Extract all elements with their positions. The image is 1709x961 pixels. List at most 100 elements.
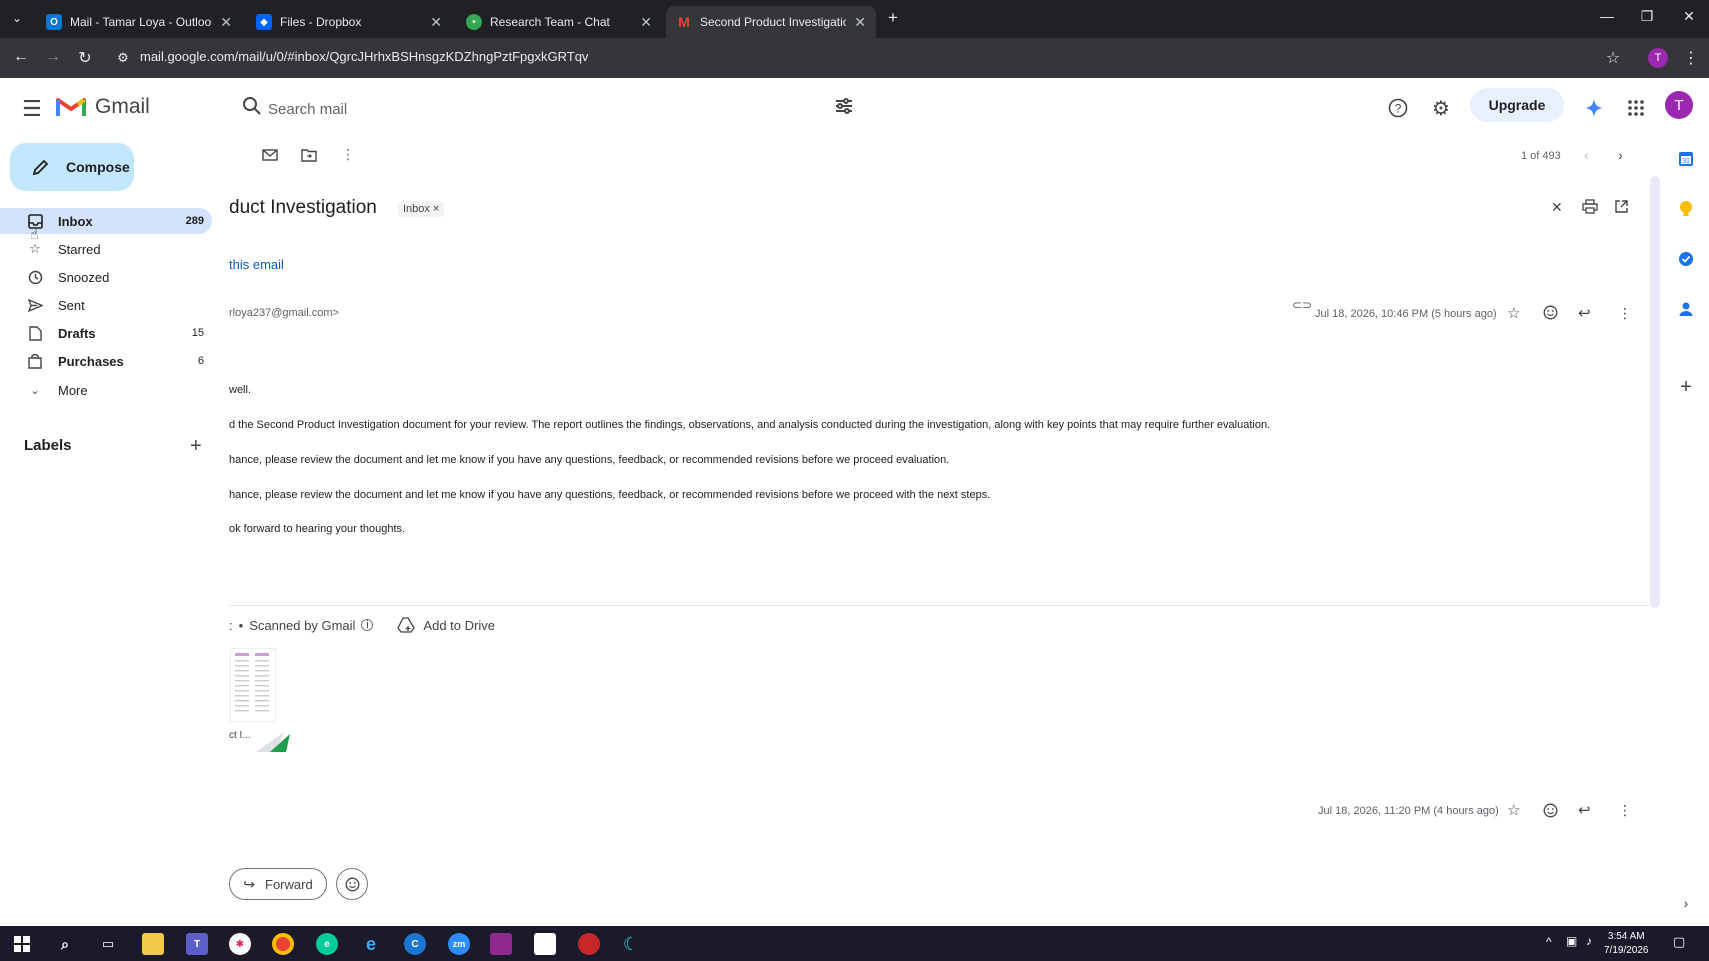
site-info-icon[interactable]: ⚙ [112, 50, 134, 66]
mark-unread-icon[interactable] [262, 148, 278, 167]
add-to-drive-button[interactable]: Add to Drive [397, 617, 495, 633]
expand-panel-icon[interactable]: › [1675, 892, 1697, 914]
purchases-count: 6 [197, 355, 204, 367]
volume-icon[interactable]: ♪ [1586, 934, 1592, 948]
back-icon[interactable]: ← [10, 48, 32, 66]
browser-tab-outlook[interactable]: O Mail - Tamar Loya - Outlook ✕ [36, 6, 242, 38]
print-icon[interactable] [1582, 199, 1598, 219]
apps-grid-icon[interactable] [1624, 96, 1648, 120]
tab-search-icon[interactable]: ⌄ [12, 11, 22, 25]
zoom-icon[interactable]: zm [448, 933, 470, 955]
remove-label-icon[interactable]: × [433, 203, 439, 215]
browser-menu-icon[interactable]: ⋮ [1680, 48, 1702, 68]
teams-icon[interactable]: T [186, 933, 208, 955]
url-field[interactable]: mail.google.com/mail/u/0/#inbox/QgrcJHrh… [140, 49, 588, 64]
message-date: Jul 18, 2026, 11:20 PM (4 hours ago) [1318, 805, 1499, 817]
search-icon[interactable] [242, 96, 262, 116]
older-chevron-icon[interactable]: › [1618, 147, 1623, 163]
upgrade-button[interactable]: Upgrade [1470, 88, 1564, 122]
account-avatar[interactable]: T [1665, 91, 1693, 119]
tasks-icon[interactable] [1675, 248, 1697, 270]
calendar-icon[interactable]: 31 [1675, 148, 1697, 170]
file-explorer-icon[interactable] [142, 933, 164, 955]
notification-icon[interactable]: ▢ [1673, 934, 1685, 950]
windows-start-icon[interactable] [11, 933, 33, 955]
star-icon[interactable]: ☆ [1507, 304, 1520, 322]
star-icon[interactable]: ☆ [1507, 801, 1520, 819]
forward-nav-icon[interactable]: → [42, 48, 64, 66]
info-icon[interactable]: i [361, 619, 374, 631]
minimize-icon[interactable]: — [1592, 8, 1622, 24]
gmail-logo-icon[interactable] [56, 94, 86, 118]
attachment-thumbnail[interactable] [230, 648, 276, 722]
attachment-name[interactable]: ct I... [229, 730, 251, 741]
sidebar-item-sent[interactable]: Sent [0, 292, 212, 318]
sidebar-item-snoozed[interactable]: Snoozed [0, 264, 212, 290]
browser-tab-chat[interactable]: • Research Team - Chat ✕ [456, 6, 662, 38]
forward-button[interactable]: ↪ Forward [229, 868, 327, 900]
close-icon[interactable]: ✕ [640, 14, 652, 31]
slack-icon[interactable]: ✱ [229, 933, 251, 955]
chrome-icon[interactable] [272, 933, 294, 955]
sidebar-item-more[interactable]: ⌄ More [0, 377, 212, 403]
compose-button[interactable]: Compose [10, 143, 134, 191]
new-tab-button[interactable]: + [888, 8, 898, 28]
browser-tab-gmail[interactable]: M Second Product Investigation - ✕ [666, 6, 876, 38]
more-vert-icon[interactable]: ⋮ [341, 146, 355, 163]
browser-profile-avatar[interactable]: T [1648, 48, 1668, 68]
search-options-icon[interactable] [834, 96, 854, 116]
more-vert-icon[interactable]: ⋮ [1618, 802, 1632, 819]
chevron-down-icon: ⌄ [30, 384, 40, 397]
draft-icon [26, 325, 44, 341]
close-icon[interactable]: ✕ [220, 14, 232, 31]
contacts-icon[interactable] [1675, 298, 1697, 320]
search-input[interactable] [268, 92, 828, 126]
reply-icon[interactable]: ↩ [1578, 304, 1591, 322]
add-addon-icon[interactable]: + [1675, 376, 1697, 398]
close-icon[interactable]: ✕ [854, 14, 866, 31]
app-wave-icon[interactable]: ☾ [620, 933, 642, 955]
settings-gear-icon[interactable]: ⚙ [1429, 96, 1453, 120]
sidebar-item-drafts[interactable]: Drafts 15 [0, 320, 212, 346]
winrar-icon[interactable] [490, 933, 512, 955]
emoji-reaction-button[interactable] [336, 868, 368, 900]
sidebar-item-purchases[interactable]: Purchases 6 [0, 348, 212, 374]
app-cloud-icon[interactable] [578, 933, 600, 955]
dropbox-icon: ◆ [256, 14, 272, 30]
browser-tab-strip: ⌄ O Mail - Tamar Loya - Outlook ✕ ◆ File… [0, 0, 1709, 38]
close-icon[interactable]: ✕ [430, 14, 442, 31]
inbox-label-chip[interactable]: Inbox × [398, 201, 445, 217]
newer-chevron-icon[interactable]: ‹ [1584, 147, 1589, 163]
internet-explorer-icon[interactable]: e [360, 933, 382, 955]
window-close-icon[interactable]: ✕ [1674, 8, 1704, 25]
edge-icon[interactable]: e [316, 933, 338, 955]
help-icon[interactable]: ? [1386, 96, 1410, 120]
more-vert-icon[interactable]: ⋮ [1618, 305, 1632, 322]
main-menu-icon[interactable]: ☰ [22, 96, 42, 122]
scanned-label: Scanned by Gmail [249, 617, 356, 633]
network-icon[interactable]: ▣ [1566, 934, 1577, 948]
keep-icon[interactable] [1675, 198, 1697, 220]
gemini-sparkle-icon[interactable] [1582, 96, 1606, 120]
browser-tab-dropbox[interactable]: ◆ Files - Dropbox ✕ [246, 6, 452, 38]
tray-chevron-icon[interactable]: ^ [1546, 935, 1552, 949]
reload-icon[interactable]: ↻ [74, 48, 96, 68]
taskbar-clock[interactable]: 3:54 AM 7/19/2026 [1604, 930, 1649, 958]
summarize-email-link[interactable]: this email [229, 257, 284, 272]
add-label-icon[interactable]: + [190, 435, 202, 458]
restore-icon[interactable]: ❐ [1632, 8, 1662, 25]
attachment-clip-icon: ⊂⊃ [1292, 298, 1313, 312]
emoji-react-icon[interactable] [1543, 803, 1558, 823]
reply-icon[interactable]: ↩ [1578, 801, 1591, 819]
taskbar-search-icon[interactable]: ⌕ [54, 933, 76, 955]
emoji-react-icon[interactable] [1543, 305, 1558, 325]
notepad-icon[interactable] [534, 933, 556, 955]
open-new-window-icon[interactable] [1614, 199, 1629, 219]
collapse-all-icon[interactable]: ✕ [1551, 199, 1563, 216]
app-c-icon[interactable]: C [404, 933, 426, 955]
message-date: Jul 18, 2026, 10:46 PM (5 hours ago) [1315, 308, 1497, 320]
task-view-icon[interactable]: ▭ [97, 933, 119, 955]
scrollbar[interactable] [1650, 176, 1660, 608]
move-to-icon[interactable] [301, 148, 317, 167]
bookmark-star-icon[interactable]: ☆ [1602, 48, 1624, 68]
